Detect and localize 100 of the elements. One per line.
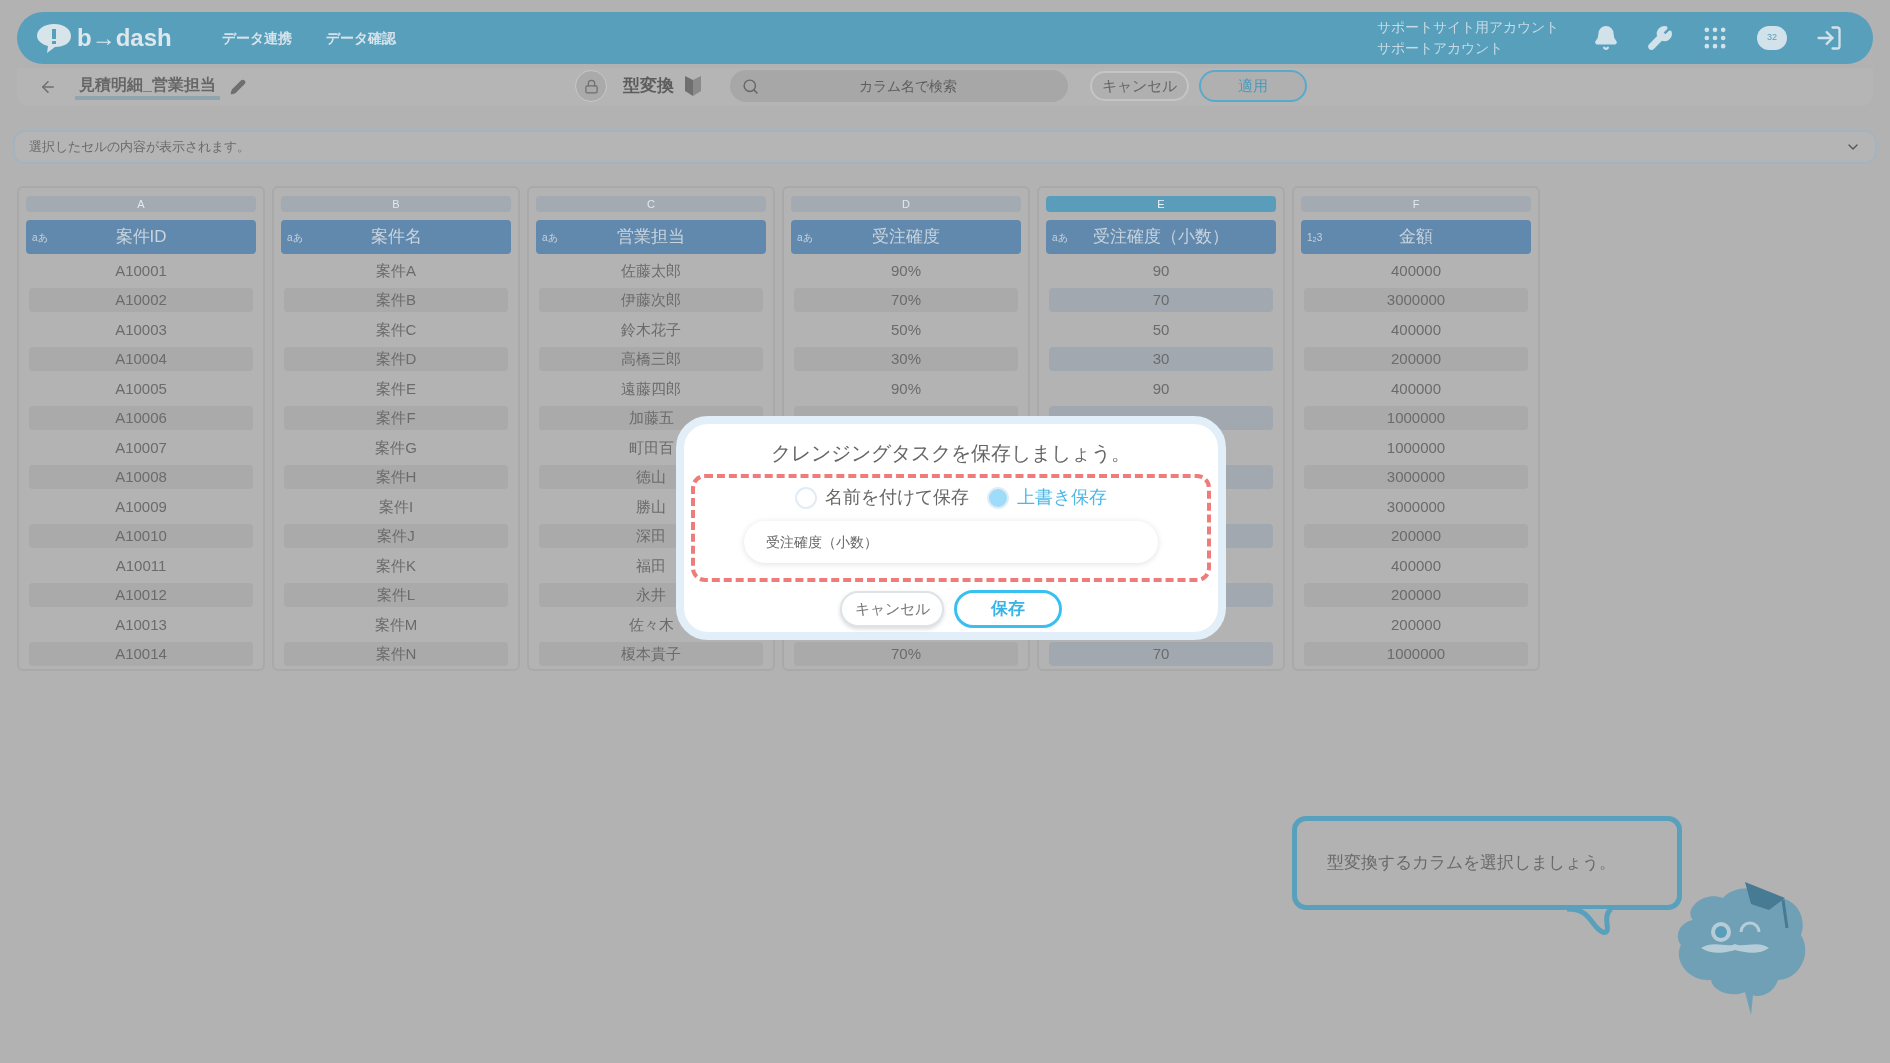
- table-cell[interactable]: A10002: [29, 288, 253, 313]
- bell-icon[interactable]: [1593, 25, 1619, 51]
- table-cell[interactable]: 90: [1049, 376, 1273, 401]
- table-cell[interactable]: 30%: [794, 347, 1018, 372]
- table-cell[interactable]: 200000: [1304, 524, 1528, 549]
- table-cell[interactable]: 50%: [794, 317, 1018, 342]
- column-header[interactable]: aあ 受注確度: [791, 220, 1021, 254]
- column-header[interactable]: aあ 受注確度（小数）: [1046, 220, 1276, 254]
- table-cell[interactable]: 案件M: [284, 612, 508, 637]
- table-cell[interactable]: 400000: [1304, 553, 1528, 578]
- table-cell[interactable]: 案件F: [284, 406, 508, 431]
- table-cell[interactable]: 400000: [1304, 317, 1528, 342]
- table-cell[interactable]: 50: [1049, 317, 1273, 342]
- table-cell[interactable]: 70: [1049, 288, 1273, 313]
- table-cell[interactable]: A10012: [29, 583, 253, 608]
- column-header[interactable]: 1$_{2}$3 金額: [1301, 220, 1531, 254]
- table-cell[interactable]: 案件J: [284, 524, 508, 549]
- back-icon[interactable]: [39, 78, 57, 96]
- apply-button[interactable]: 適用: [1199, 70, 1307, 102]
- table-cell[interactable]: 200000: [1304, 612, 1528, 637]
- table-cell[interactable]: 400000: [1304, 376, 1528, 401]
- nav-link[interactable]: データ確認: [311, 27, 410, 49]
- column-header[interactable]: aあ 案件名: [281, 220, 511, 254]
- table-cell[interactable]: 案件K: [284, 553, 508, 578]
- table-cell[interactable]: A10014: [29, 642, 253, 667]
- search-input[interactable]: カラム名で検索: [759, 75, 1056, 97]
- table-cell[interactable]: 70: [1049, 642, 1273, 667]
- save-option[interactable]: 名前を付けて保存: [795, 484, 969, 511]
- table-cell[interactable]: A10013: [29, 612, 253, 637]
- table-cell[interactable]: 案件G: [284, 435, 508, 460]
- table-cell[interactable]: 200000: [1304, 347, 1528, 372]
- table-cell[interactable]: 案件D: [284, 347, 508, 372]
- column-letter[interactable]: F: [1301, 196, 1531, 212]
- column-letter[interactable]: E: [1046, 196, 1276, 212]
- table-cell[interactable]: A10006: [29, 406, 253, 431]
- table-cell[interactable]: 3000000: [1304, 494, 1528, 519]
- table-cell[interactable]: A10007: [29, 435, 253, 460]
- table-cell[interactable]: 90: [1049, 258, 1273, 283]
- nav-link[interactable]: データ連携: [207, 27, 306, 49]
- table-cell[interactable]: 案件A: [284, 258, 508, 283]
- table-cell[interactable]: 3000000: [1304, 288, 1528, 313]
- table-cell[interactable]: 90%: [794, 376, 1018, 401]
- save-option[interactable]: 上書き保存: [987, 484, 1107, 511]
- search-field[interactable]: カラム名で検索: [730, 70, 1068, 102]
- table-cell[interactable]: A10003: [29, 317, 253, 342]
- table-cell[interactable]: 榎本貴子: [539, 642, 763, 667]
- table-cell[interactable]: 400000: [1304, 258, 1528, 283]
- table-cell[interactable]: 1000000: [1304, 406, 1528, 431]
- table-cell[interactable]: 佐藤太郎: [539, 258, 763, 283]
- table-cell[interactable]: 3000000: [1304, 465, 1528, 490]
- name-input-field[interactable]: 受注確度（小数）: [744, 521, 1158, 563]
- logo-text: b→dash: [77, 23, 172, 53]
- table-cell[interactable]: 伊藤次郎: [539, 288, 763, 313]
- table-cell[interactable]: 案件N: [284, 642, 508, 667]
- table-cell[interactable]: A10001: [29, 258, 253, 283]
- table-cell[interactable]: 遠藤四郎: [539, 376, 763, 401]
- table-cell[interactable]: 案件H: [284, 465, 508, 490]
- column-letter[interactable]: C: [536, 196, 766, 212]
- cancel-button[interactable]: キャンセル: [840, 591, 944, 627]
- cell-content-field[interactable]: 選択したセルの内容が表示されます。: [13, 130, 1877, 164]
- table-cell[interactable]: 90%: [794, 258, 1018, 283]
- column-letter[interactable]: A: [26, 196, 256, 212]
- table-cell[interactable]: A10005: [29, 376, 253, 401]
- column-name: 案件ID: [115, 226, 167, 249]
- radio-button[interactable]: [795, 486, 817, 509]
- table-cell[interactable]: 30: [1049, 347, 1273, 372]
- logout-icon[interactable]: [1815, 24, 1843, 52]
- column-header[interactable]: aあ 営業担当: [536, 220, 766, 254]
- table-cell[interactable]: A10011: [29, 553, 253, 578]
- chat-icon[interactable]: 32: [1757, 26, 1787, 50]
- table-cell[interactable]: 案件L: [284, 583, 508, 608]
- radio-button[interactable]: [987, 486, 1009, 509]
- type-label: aあ: [1052, 230, 1068, 245]
- column-letter[interactable]: D: [791, 196, 1021, 212]
- table-cell[interactable]: A10004: [29, 347, 253, 372]
- table-cell[interactable]: 鈴木花子: [539, 317, 763, 342]
- table-cell[interactable]: A10009: [29, 494, 253, 519]
- table-cell[interactable]: 案件I: [284, 494, 508, 519]
- table-cell[interactable]: 案件E: [284, 376, 508, 401]
- table-cell[interactable]: 1000000: [1304, 642, 1528, 667]
- table-cell[interactable]: A10008: [29, 465, 253, 490]
- table-cell[interactable]: 高橋三郎: [539, 347, 763, 372]
- save-button[interactable]: 保存: [954, 590, 1062, 628]
- table-cell[interactable]: 案件C: [284, 317, 508, 342]
- wrench-icon[interactable]: [1647, 25, 1673, 51]
- type-label: aあ: [287, 230, 303, 245]
- table-cell[interactable]: 案件B: [284, 288, 508, 313]
- table-cell[interactable]: A10010: [29, 524, 253, 549]
- column-letter[interactable]: B: [281, 196, 511, 212]
- table-cell[interactable]: 70%: [794, 288, 1018, 313]
- name-input[interactable]: 受注確度（小数）: [766, 531, 1136, 553]
- column-header[interactable]: aあ 案件ID: [26, 220, 256, 254]
- table-cell[interactable]: 1000000: [1304, 435, 1528, 460]
- table-cell[interactable]: 70%: [794, 642, 1018, 667]
- table-cell[interactable]: 200000: [1304, 583, 1528, 608]
- cell-content-input[interactable]: 選択したセルの内容が表示されます。: [29, 137, 1845, 157]
- lock-icon[interactable]: [575, 70, 607, 102]
- cancel-button[interactable]: キャンセル: [1090, 71, 1189, 101]
- file-title[interactable]: 見積明細_営業担当: [75, 74, 220, 100]
- pencil-icon[interactable]: [229, 79, 246, 95]
